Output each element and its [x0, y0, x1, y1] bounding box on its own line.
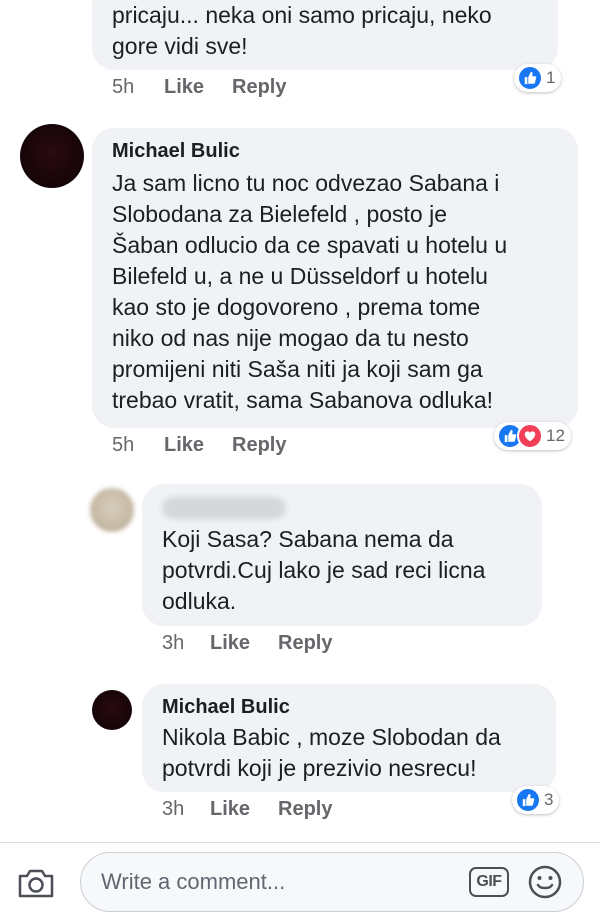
- avatar[interactable]: [20, 124, 84, 188]
- like-icon: [517, 65, 543, 91]
- comment-composer[interactable]: Write a comment... GIF: [80, 852, 584, 912]
- reaction-summary[interactable]: 3: [512, 786, 560, 814]
- reply-link[interactable]: Reply: [232, 76, 286, 99]
- reply-link[interactable]: Reply: [232, 434, 286, 457]
- comment-author[interactable]: Michael Bulic: [162, 696, 290, 719]
- comment-actions: 3h Like Reply: [162, 632, 332, 655]
- reply-link[interactable]: Reply: [278, 798, 332, 821]
- comment-time: 5h: [112, 434, 135, 456]
- avatar[interactable]: [90, 488, 134, 532]
- reaction-count: 1: [546, 68, 556, 87]
- comment-actions: 5h Like Reply: [112, 434, 286, 457]
- comment-time: 3h: [162, 632, 185, 654]
- like-link[interactable]: Like: [210, 632, 278, 655]
- comment-actions: 5h Like Reply: [112, 76, 286, 99]
- comment-input[interactable]: Write a comment...: [101, 869, 285, 895]
- comment-text: Ja sam licno tu noc odvezao Sabana i Slo…: [112, 170, 508, 413]
- reaction-summary[interactable]: 1: [514, 64, 562, 92]
- comment-author[interactable]: Michael Bulic: [112, 140, 240, 163]
- smiley-icon[interactable]: [527, 864, 563, 900]
- comment-text: pricaju... neka oni samo pricaju, neko g…: [112, 2, 492, 59]
- comment-time: 3h: [162, 798, 185, 820]
- like-link[interactable]: Like: [210, 798, 278, 821]
- blurred-author-name[interactable]: [162, 497, 286, 519]
- comment-text: Koji Sasa? Sabana nema da potvrdi.Cuj la…: [162, 526, 486, 614]
- love-icon: [517, 423, 543, 449]
- camera-icon[interactable]: [16, 866, 56, 900]
- composer-divider: [0, 842, 600, 843]
- like-link[interactable]: Like: [164, 434, 232, 457]
- reaction-count: 3: [544, 790, 554, 809]
- avatar[interactable]: [92, 690, 132, 730]
- like-icon: [515, 787, 541, 813]
- comment-text: Nikola Babic , moze Slobodan da potvrdi …: [162, 724, 501, 781]
- comment-actions: 3h Like Reply: [162, 798, 332, 821]
- reaction-count: 12: [546, 426, 565, 445]
- gif-label: GIF: [476, 873, 502, 890]
- comment-time: 5h: [112, 76, 135, 98]
- reaction-summary[interactable]: 12: [494, 422, 571, 450]
- reply-link[interactable]: Reply: [278, 632, 332, 655]
- like-link[interactable]: Like: [164, 76, 232, 99]
- gif-icon[interactable]: GIF: [469, 867, 509, 897]
